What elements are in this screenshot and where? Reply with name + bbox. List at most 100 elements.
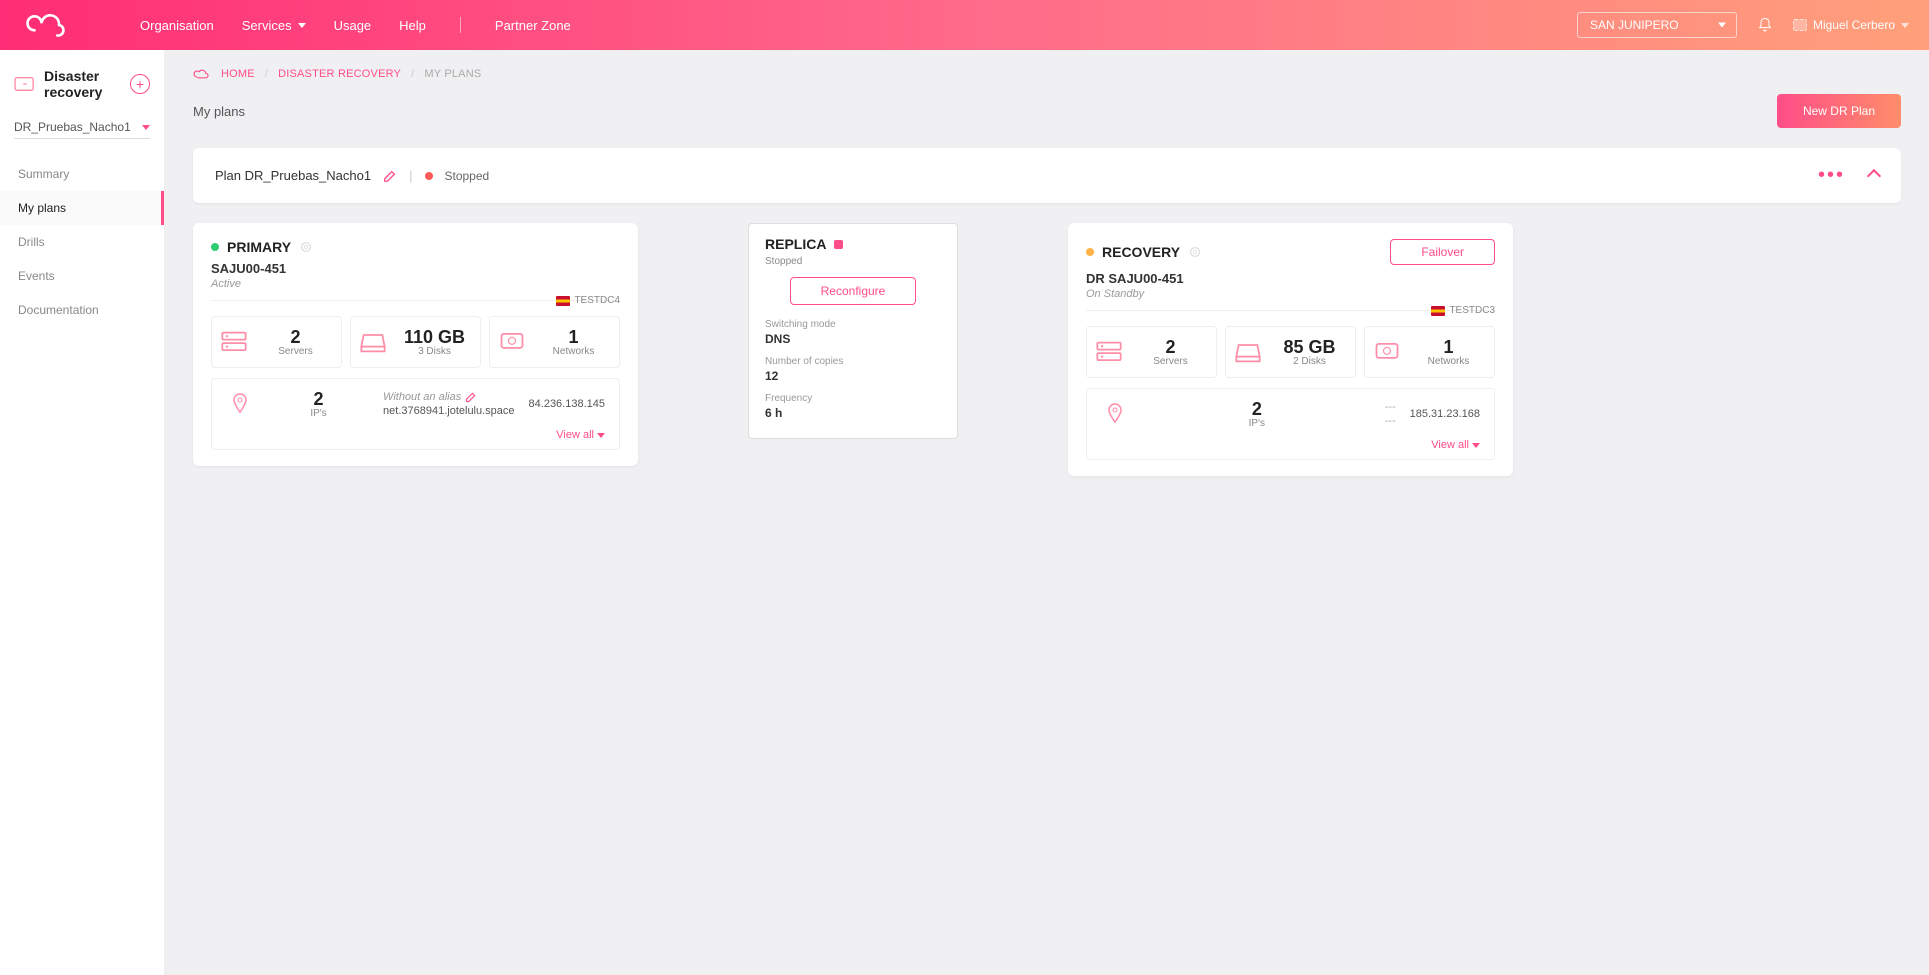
stat-label: Servers (278, 346, 312, 357)
sidebar-header: Disaster recovery + (0, 60, 164, 112)
primary-storage-stat: 110 GB3 Disks (350, 316, 481, 368)
stat-label: 3 Disks (418, 346, 451, 357)
sidebar-item-documentation[interactable]: Documentation (0, 293, 164, 327)
sidebar: Disaster recovery + DR_Pruebas_Nacho1 Su… (0, 50, 165, 975)
nav-organisation[interactable]: Organisation (140, 18, 214, 33)
logo[interactable] (20, 12, 70, 38)
recovery-ip-box: 2IP's --- --- 185.31.23.168 View all (1086, 388, 1495, 460)
collapse-button[interactable] (1867, 168, 1881, 182)
flag-es-icon (1431, 306, 1445, 316)
primary-panel: PRIMARY SAJU00-451 Active TESTDC4 2Serve… (193, 223, 638, 466)
stat-label: Networks (1428, 356, 1470, 367)
plan-header-bar: Plan DR_Pruebas_Nacho1 | Stopped ••• (193, 148, 1901, 203)
view-all-link[interactable]: View all (226, 429, 605, 441)
add-plan-button[interactable]: + (130, 74, 150, 94)
main-content: HOME / DISASTER RECOVERY / MY PLANS My p… (165, 50, 1929, 975)
plan-more-button[interactable]: ••• (1818, 164, 1845, 187)
sidebar-item-drills[interactable]: Drills (0, 225, 164, 259)
breadcrumb-home[interactable]: HOME (221, 68, 255, 80)
breadcrumb: HOME / DISASTER RECOVERY / MY PLANS (193, 68, 1901, 80)
sidebar-item-summary[interactable]: Summary (0, 157, 164, 191)
caret-down-icon (1901, 23, 1909, 28)
recovery-hostname: DR SAJU00-451 (1086, 271, 1495, 286)
org-selector[interactable]: SAN JUNIPERO (1577, 12, 1737, 38)
stat-value: 85 GB (1283, 337, 1335, 358)
stat-label: IP's (1249, 418, 1265, 429)
replica-panel: REPLICA Stopped Reconfigure Switching mo… (748, 223, 958, 439)
sidebar-item-my-plans[interactable]: My plans (0, 191, 164, 225)
cloud-logo-icon (24, 12, 66, 38)
avatar-placeholder-icon (1793, 19, 1807, 31)
breadcrumb-sep: / (265, 68, 268, 80)
field-value: DNS (765, 332, 941, 346)
breadcrumb-sep: / (411, 68, 414, 80)
breadcrumb-current: MY PLANS (424, 68, 481, 80)
failover-button[interactable]: Failover (1390, 239, 1495, 265)
primary-status: Active (211, 278, 620, 290)
stat-value: 2 (314, 389, 324, 410)
primary-dc-tag: TESTDC4 (211, 295, 620, 306)
nav-usage[interactable]: Usage (334, 18, 372, 33)
page-title: My plans (193, 104, 245, 119)
recovery-storage-stat: 85 GB2 Disks (1225, 326, 1356, 378)
gear-icon[interactable] (1188, 245, 1202, 259)
view-all-label: View all (556, 429, 594, 441)
ip-host: net.3768941.jotelulu.space (383, 405, 515, 417)
disaster-recovery-icon (14, 75, 36, 93)
nav-separator (460, 17, 461, 33)
stat-value: 110 GB (404, 327, 465, 348)
recovery-dc-tag: TESTDC3 (1086, 305, 1495, 316)
caret-down-icon (298, 23, 306, 28)
ip-alias-text: Without an alias (383, 391, 461, 403)
copies-field: Number of copies 12 (765, 356, 941, 383)
status-square-icon (834, 240, 843, 249)
separator: | (409, 168, 412, 183)
new-dr-plan-button[interactable]: New DR Plan (1777, 94, 1901, 128)
nav-partner-zone[interactable]: Partner Zone (495, 18, 571, 33)
plan-name: Plan DR_Pruebas_Nacho1 (215, 168, 371, 183)
top-navbar: Organisation Services Usage Help Partner… (0, 0, 1929, 50)
recovery-status: On Standby (1086, 288, 1495, 300)
primary-servers-stat: 2Servers (211, 316, 342, 368)
network-icon (498, 330, 526, 354)
view-all-link[interactable]: View all (1101, 439, 1480, 451)
primary-hostname: SAJU00-451 (211, 261, 620, 276)
sidebar-nav: Summary My plans Drills Events Documenta… (0, 157, 164, 327)
field-value: 12 (765, 369, 941, 383)
plan-selector[interactable]: DR_Pruebas_Nacho1 (14, 116, 150, 139)
disk-icon (359, 330, 387, 354)
field-label: Number of copies (765, 356, 941, 367)
nav-services[interactable]: Services (242, 18, 306, 33)
page-head: My plans New DR Plan (193, 94, 1901, 128)
nav-help[interactable]: Help (399, 18, 426, 33)
caret-down-icon (1472, 443, 1480, 448)
edit-icon[interactable] (465, 391, 477, 403)
navbar-right: SAN JUNIPERO Miguel Cerbero (1577, 12, 1909, 38)
org-selected-label: SAN JUNIPERO (1590, 18, 1679, 32)
status-dot-icon (425, 172, 433, 180)
location-icon (226, 392, 254, 416)
primary-ip-box: 2IP's Without an alias net.3768941.jotel… (211, 378, 620, 450)
stat-value: 2 (1252, 399, 1262, 420)
bell-icon[interactable] (1757, 17, 1773, 33)
location-icon (1101, 402, 1129, 426)
flag-es-icon (556, 296, 570, 306)
frequency-field: Frequency 6 h (765, 393, 941, 420)
server-icon (220, 330, 248, 354)
cloud-icon (193, 68, 211, 80)
user-menu[interactable]: Miguel Cerbero (1793, 18, 1909, 32)
disk-icon (1234, 340, 1262, 364)
sidebar-item-events[interactable]: Events (0, 259, 164, 293)
reconfigure-button[interactable]: Reconfigure (790, 277, 917, 305)
ip-address: 185.31.23.168 (1410, 408, 1480, 420)
field-label: Frequency (765, 393, 941, 404)
stat-label: IP's (310, 408, 326, 419)
ip-alias: --- (1385, 401, 1396, 413)
gear-icon[interactable] (299, 240, 313, 254)
field-value: 6 h (765, 406, 941, 420)
edit-icon[interactable] (383, 169, 397, 183)
recovery-networks-stat: 1Networks (1364, 326, 1495, 378)
breadcrumb-dr[interactable]: DISASTER RECOVERY (278, 68, 401, 80)
recovery-dc-label: TESTDC3 (1449, 305, 1495, 316)
nav-services-label: Services (242, 18, 292, 33)
